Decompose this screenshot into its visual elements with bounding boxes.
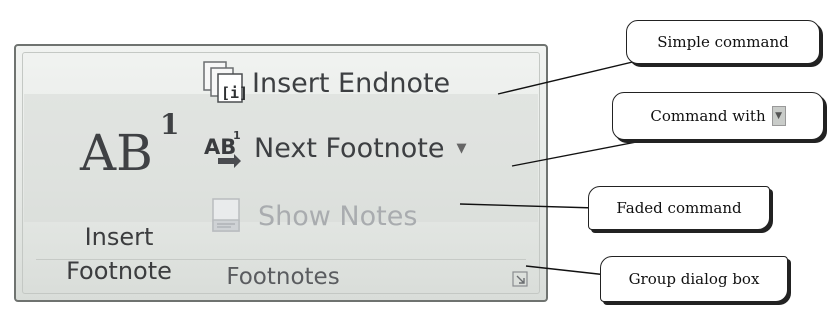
callout-command-with-dropdown: Command with ▼ (612, 92, 824, 140)
callout-dropdown-sample-icon: ▼ (771, 106, 786, 126)
callout-group-dialog-box: Group dialog box (600, 256, 788, 302)
callout-dropdown-label: Command with (650, 107, 766, 125)
callout-simple-command: Simple command (626, 20, 820, 64)
connector-faded (459, 203, 597, 209)
callout-faded-command: Faded command (588, 186, 770, 230)
callout-faded-label: Faded command (616, 199, 742, 217)
callout-dialog-label: Group dialog box (628, 270, 760, 288)
callout-simple-label: Simple command (657, 33, 789, 51)
